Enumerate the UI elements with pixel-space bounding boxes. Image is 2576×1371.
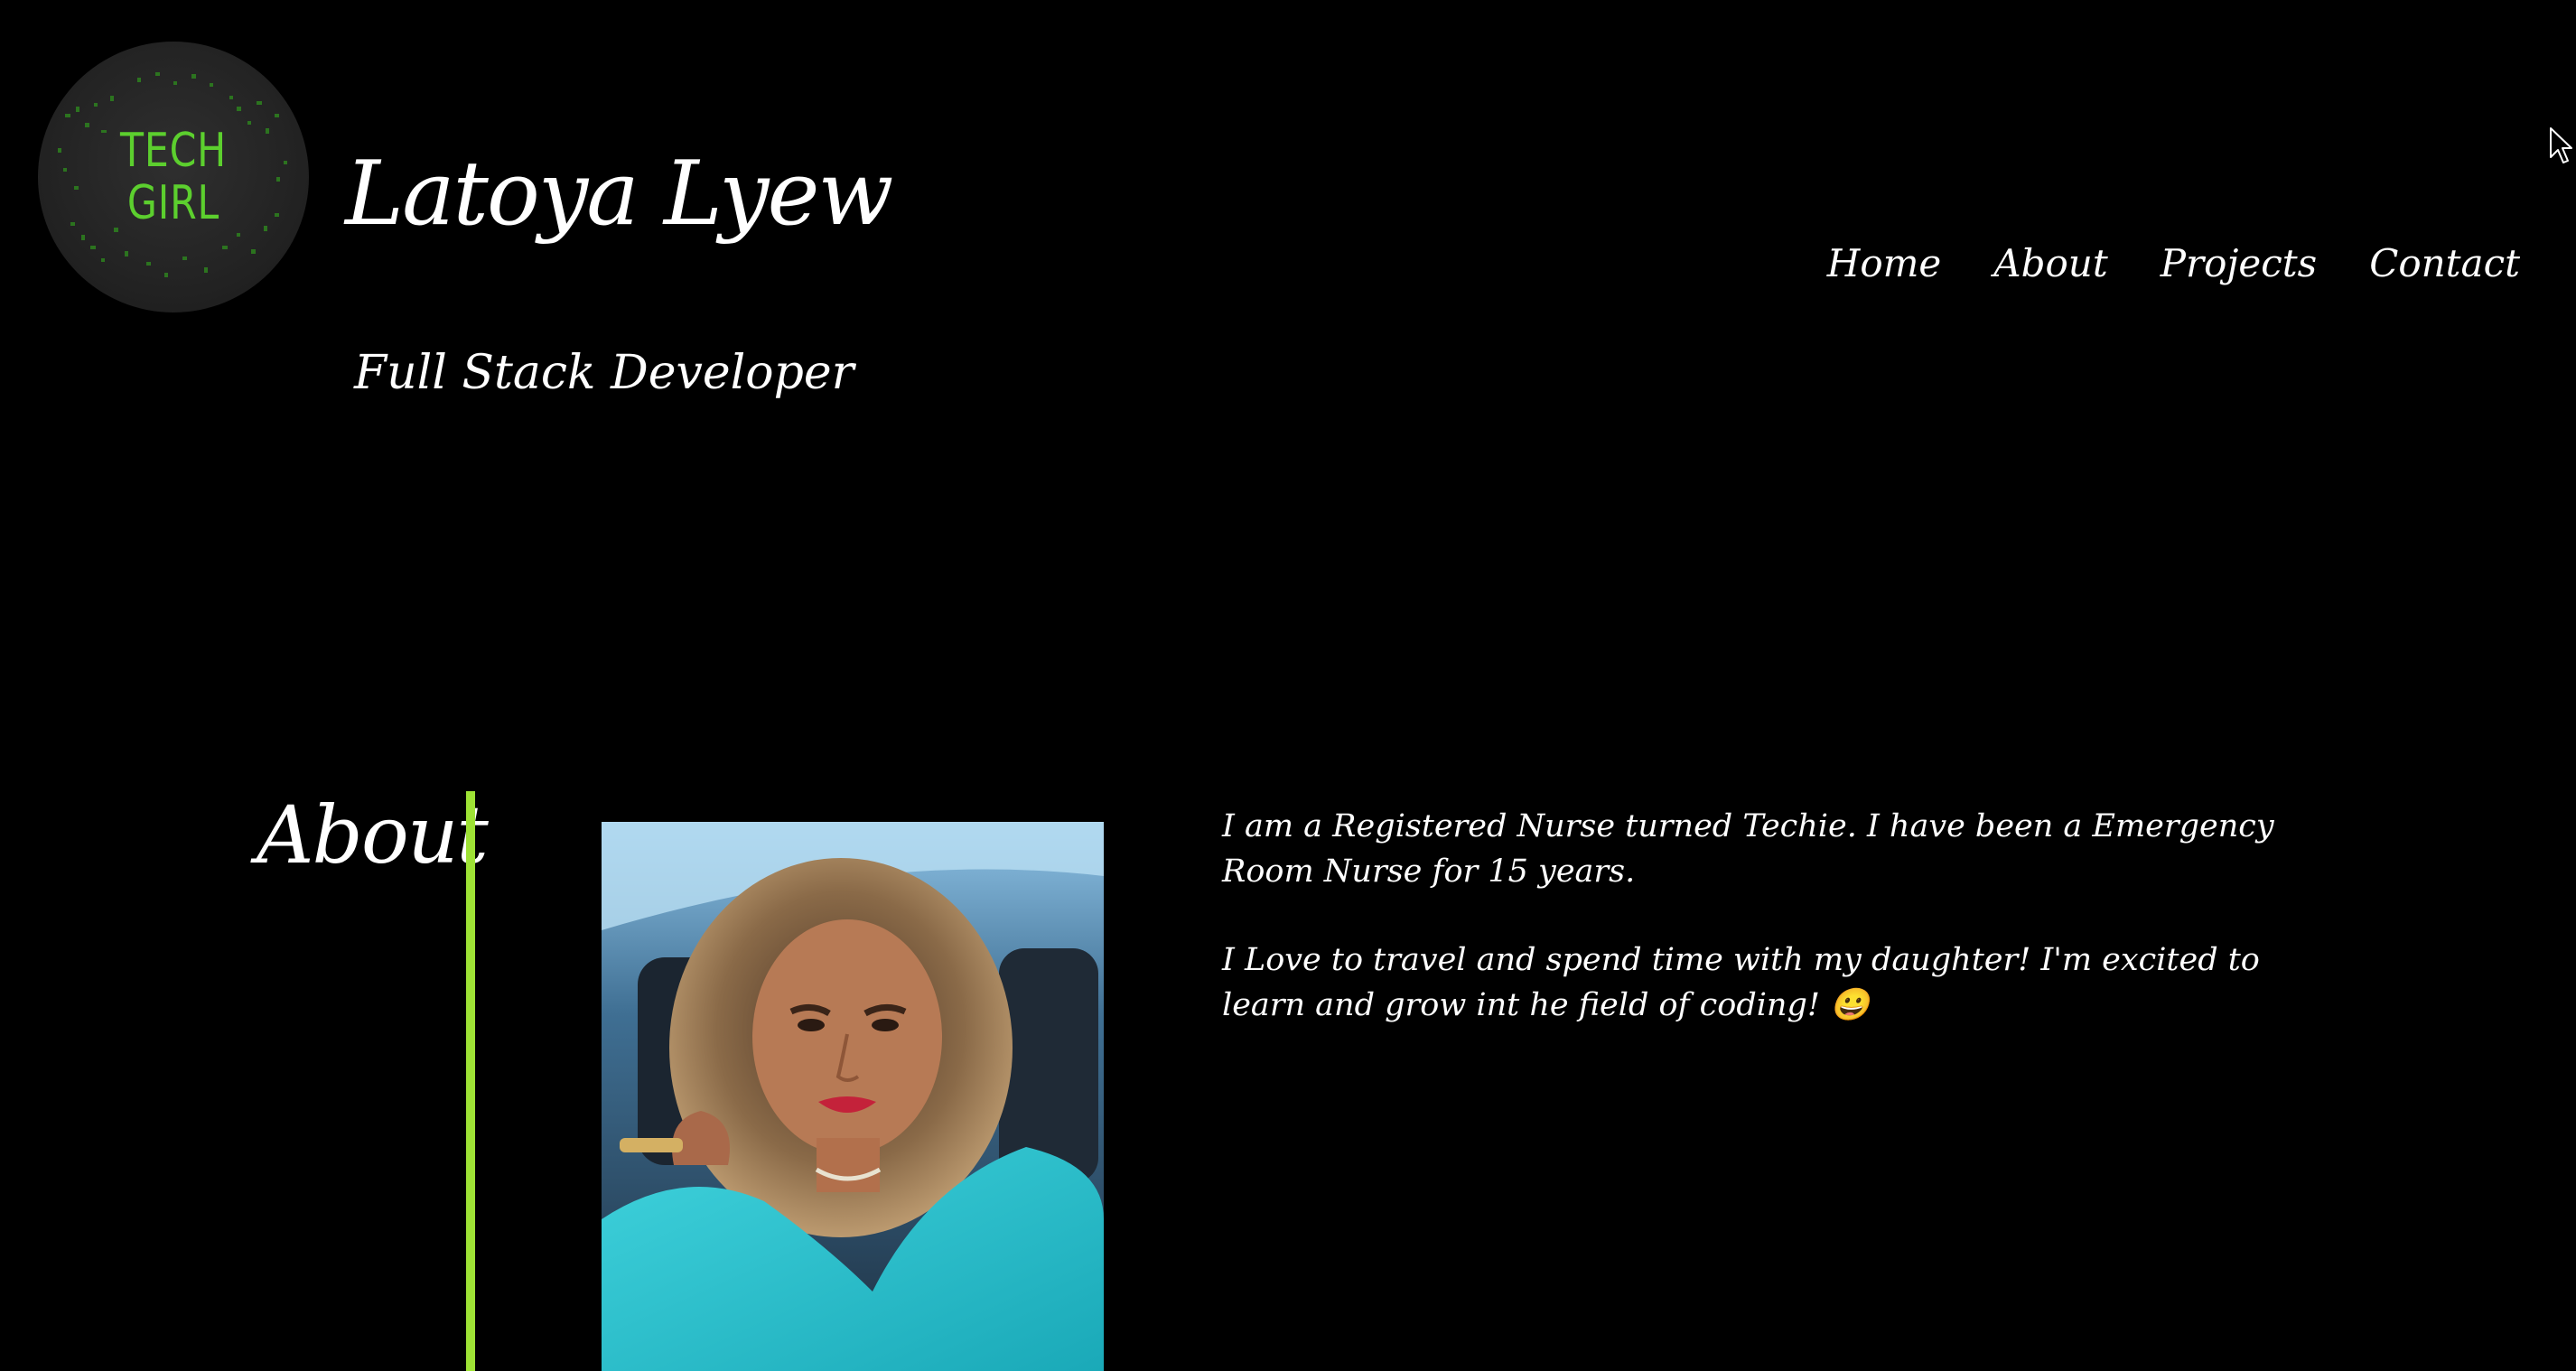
nav-contact[interactable]: Contact: [2369, 237, 2520, 291]
mouse-pointer-icon: [2550, 127, 2572, 163]
site-logo[interactable]: TECH GIRL: [38, 42, 309, 312]
site-name: Latoya Lyew: [345, 143, 893, 246]
profile-photo: [602, 822, 1104, 1371]
about-text: I am a Registered Nurse turned Techie. I…: [1222, 804, 2342, 1071]
nav-projects[interactable]: Projects: [2161, 237, 2317, 291]
main-nav: Home About Projects Contact: [1827, 237, 2520, 291]
nav-about[interactable]: About: [1993, 237, 2107, 291]
site-subtitle: Full Stack Developer: [354, 346, 854, 400]
nav-home[interactable]: Home: [1827, 237, 1942, 291]
about-paragraph-2: I Love to travel and spend time with my …: [1222, 942, 2260, 1023]
logo-text-line1: TECH: [119, 124, 228, 178]
about-paragraph-1: I am a Registered Nurse turned Techie. I…: [1222, 808, 2274, 890]
logo-text-line2: GIRL: [126, 176, 220, 230]
accent-divider: [466, 791, 475, 1371]
about-heading: About: [257, 788, 489, 881]
